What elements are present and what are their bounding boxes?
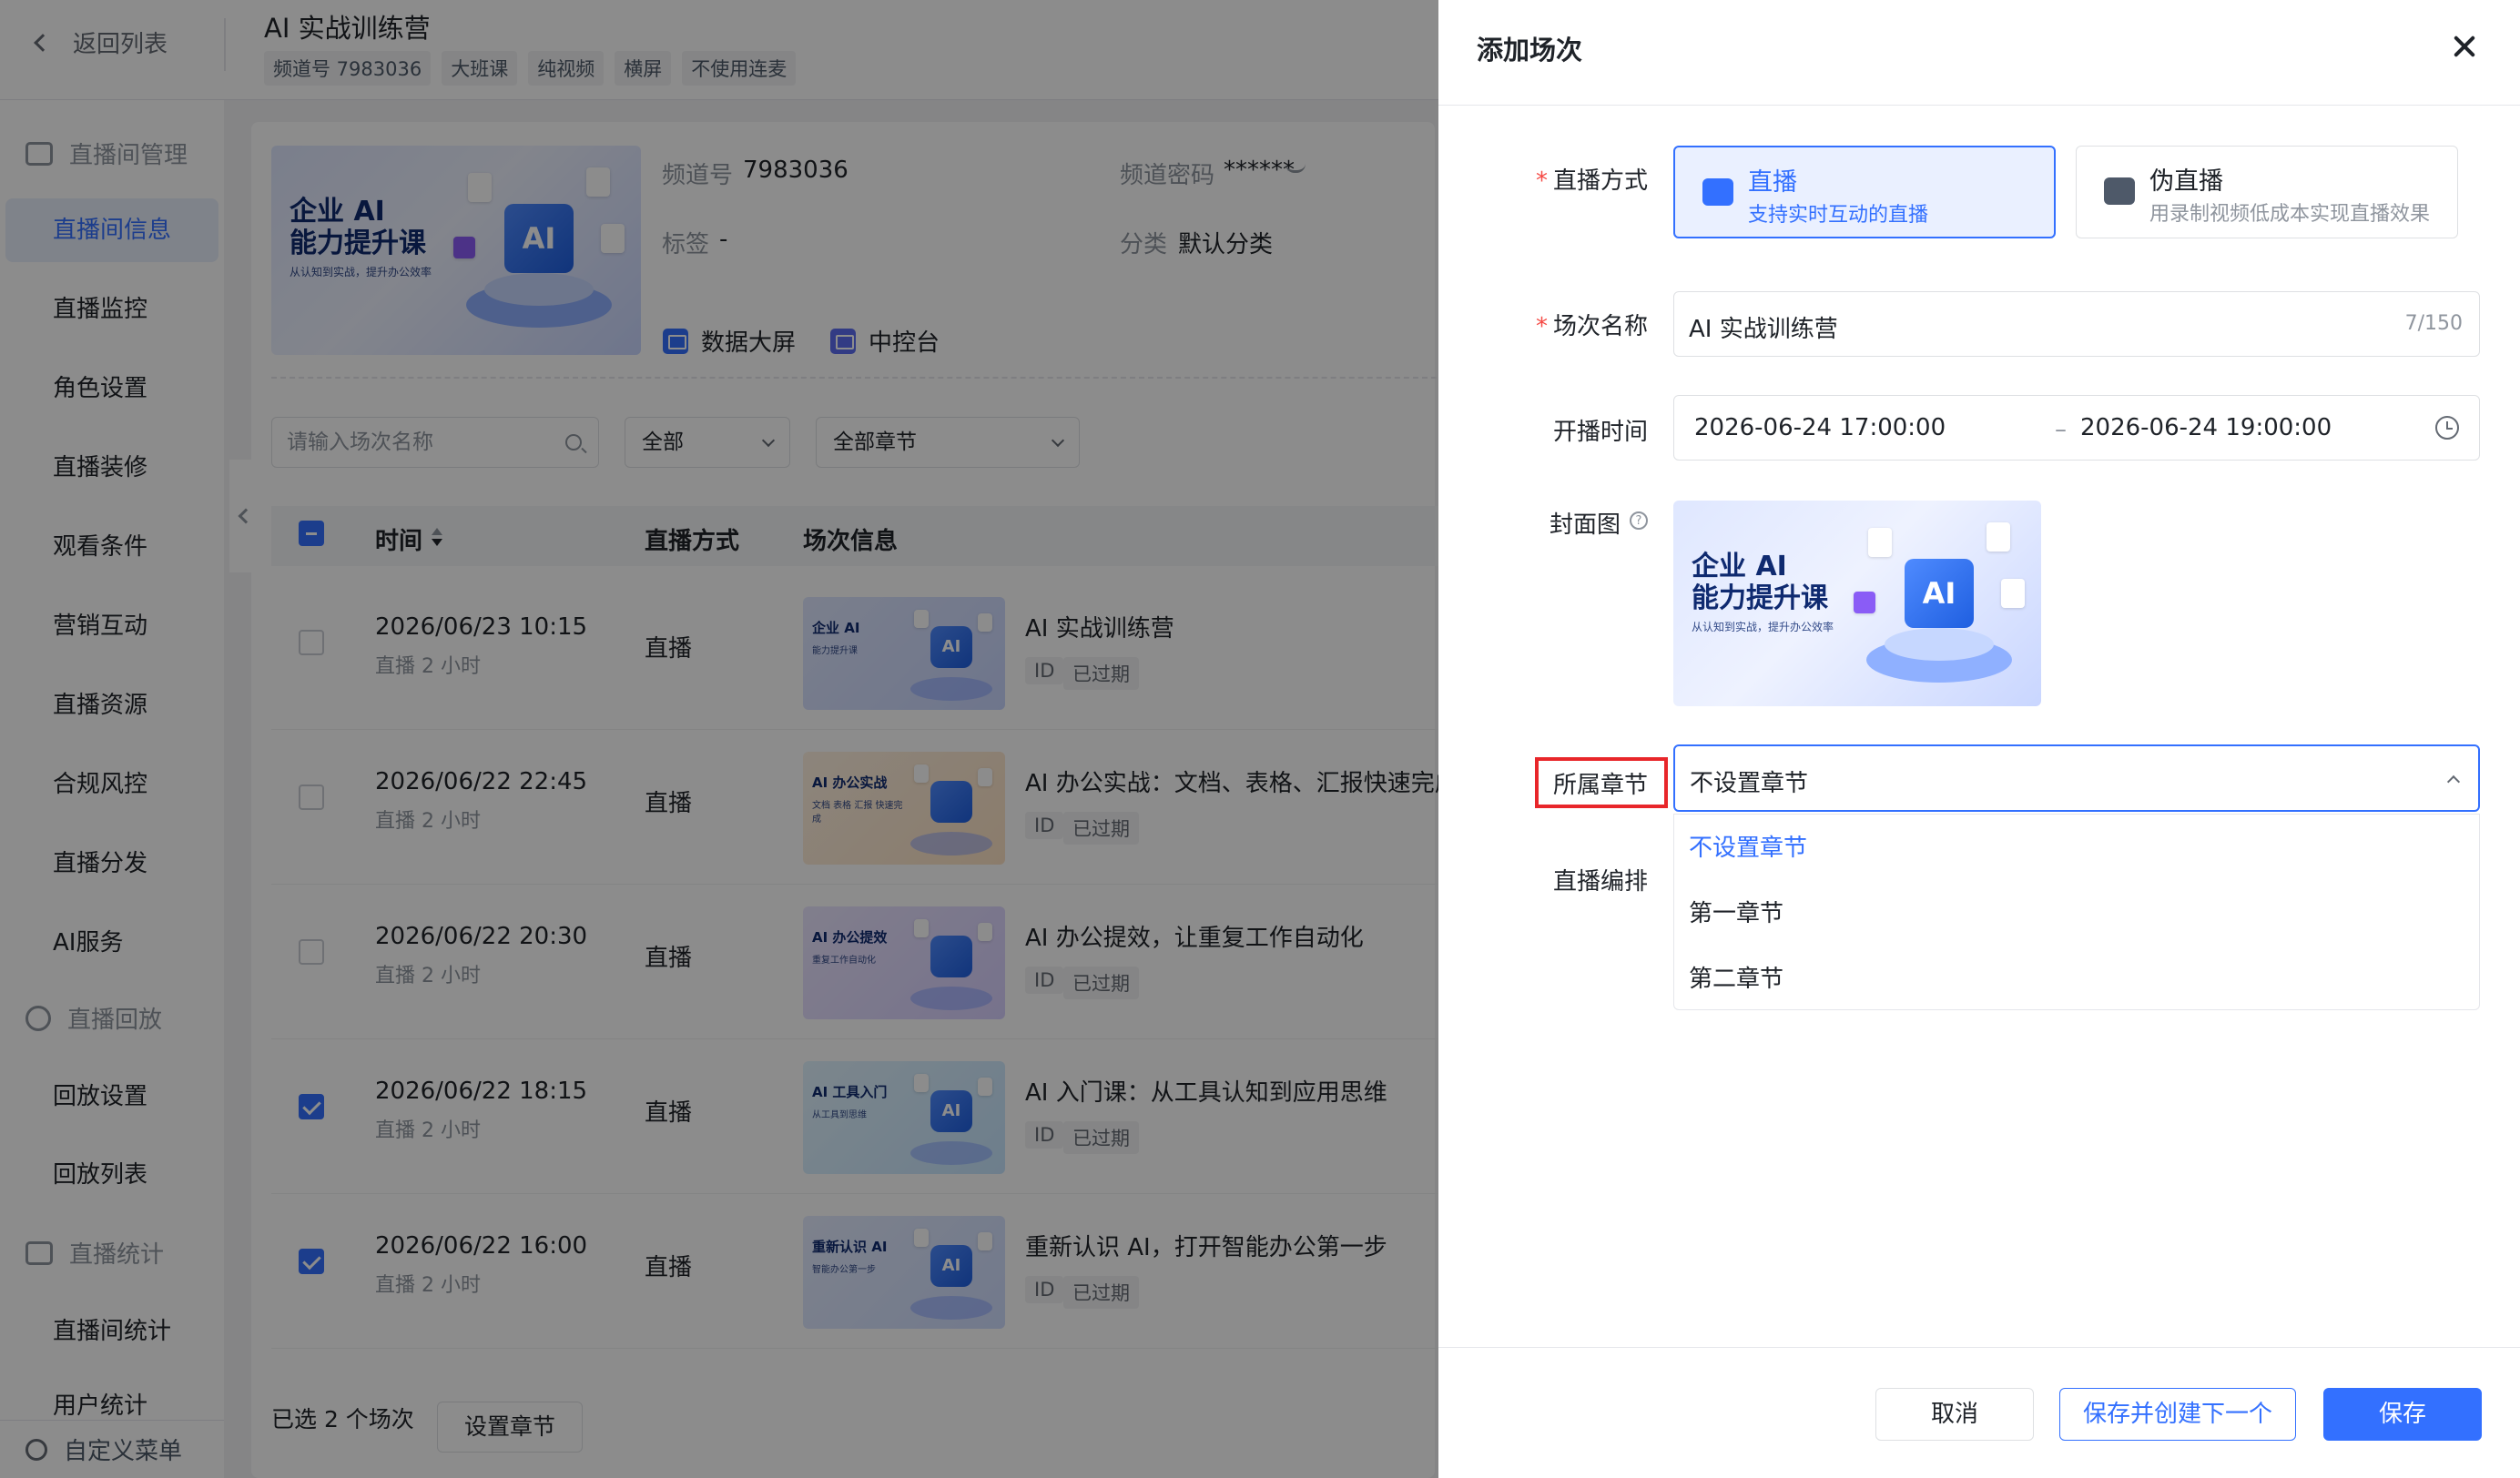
char-count: 7/150 (2404, 312, 2463, 335)
time-range-picker[interactable]: 2026-06-24 17:00:00 – 2026-06-24 19:00:0… (1673, 395, 2480, 461)
arrange-field-label: 直播编排 (1552, 868, 1648, 896)
mode-field-label: * 直播方式 (1535, 167, 1648, 195)
chapter-option[interactable]: 第二章节 (1689, 960, 1783, 994)
cover-upload-image[interactable]: 企业 AI 能力提升课 从认知到实战，提升办公效率 AI (1673, 501, 2041, 706)
cover-subtitle: 从认知到实战，提升办公效率 (1692, 621, 1834, 633)
modal-mask[interactable] (0, 0, 1438, 1478)
mode-option-title: 伪直播 (2149, 167, 2223, 196)
help-icon[interactable]: ? (1630, 511, 1648, 530)
chevron-up-icon (2446, 774, 2461, 789)
chapter-select[interactable]: 不设置章节 (1673, 744, 2480, 812)
chapter-option[interactable]: 不设置章节 (1689, 829, 1807, 863)
drawer-header: 添加场次 (1438, 0, 2520, 106)
cover-field-label: 封面图 (1549, 511, 1621, 539)
cancel-button[interactable]: 取消 (1875, 1388, 2034, 1441)
time-start[interactable]: 2026-06-24 17:00:00 (1694, 414, 1946, 441)
video-camera-icon (2104, 177, 2135, 205)
clock-icon (2435, 416, 2459, 440)
cover-line2: 能力提升课 (1692, 582, 1828, 614)
cover-ai-badge: AI (1905, 559, 1974, 628)
session-name-input[interactable]: AI 实战训练营 7/150 (1673, 291, 2480, 357)
live-tv-icon (1702, 178, 1733, 206)
drawer-title: 添加场次 (1477, 35, 1583, 66)
mode-option-desc: 支持实时互动的直播 (1748, 204, 1929, 227)
mode-option-live[interactable]: 直播 支持实时互动的直播 (1673, 146, 2056, 238)
time-end[interactable]: 2026-06-24 19:00:00 (2080, 414, 2332, 441)
mode-option-title: 直播 (1748, 168, 1797, 197)
name-field-label: * 场次名称 (1535, 313, 1648, 340)
save-and-next-button[interactable]: 保存并创建下一个 (2059, 1388, 2296, 1441)
mode-option-desc: 用录制视频低成本实现直播效果 (2149, 203, 2431, 226)
close-icon[interactable] (2453, 35, 2476, 58)
chapter-select-value: 不设置章节 (1690, 770, 1809, 797)
chapter-option[interactable]: 第一章节 (1689, 895, 1783, 928)
mode-option-pseudo-live[interactable]: 伪直播 用录制视频低成本实现直播效果 (2076, 146, 2458, 238)
time-separator: – (2055, 416, 2067, 443)
session-name-value: AI 实战训练营 (1689, 316, 1838, 343)
save-button[interactable]: 保存 (2323, 1388, 2482, 1441)
cover-line1: 企业 AI (1692, 551, 1787, 582)
chapter-dropdown: 不设置章节 第一章节 第二章节 (1673, 814, 2480, 1010)
time-field-label: 开播时间 (1552, 419, 1648, 446)
chapter-field-label: 所属章节 (1552, 772, 1648, 799)
